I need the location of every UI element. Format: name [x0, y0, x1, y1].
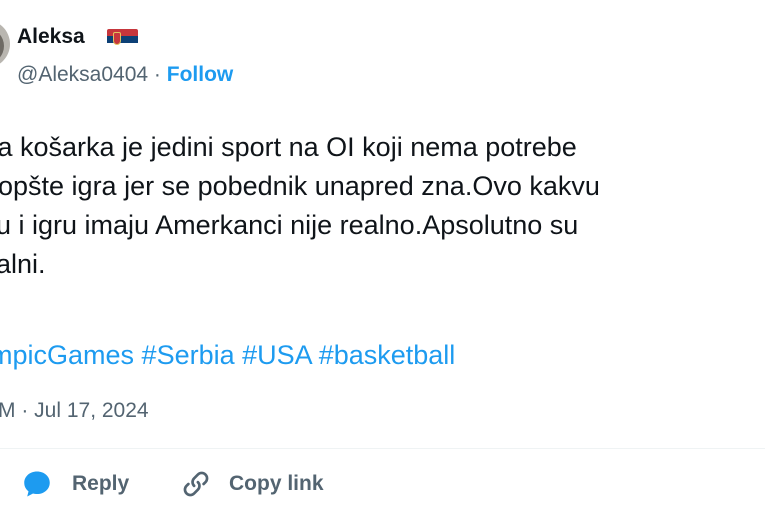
user-handle[interactable]: @Aleksa0404 [17, 63, 148, 86]
handle-line: @Aleksa0404 · Follow [17, 63, 233, 87]
author-name[interactable]: Aleksa [17, 25, 85, 49]
tweet-timestamp[interactable]: M · Jul 17, 2024 [0, 399, 149, 423]
avatar-photo [0, 28, 4, 64]
separator: · [148, 63, 167, 86]
flag-emblem [113, 32, 121, 45]
reply-label: Reply [72, 472, 130, 495]
hashtag-serbia[interactable]: #Serbia [142, 340, 235, 370]
hashtag-basketball[interactable]: #basketball [319, 340, 456, 370]
follow-button[interactable]: Follow [167, 63, 234, 86]
reply-button[interactable]: Reply [20, 467, 129, 501]
copy-link-button[interactable]: Copy link [180, 467, 324, 501]
flag-stripe-red [107, 29, 138, 36]
reply-bubble-icon [24, 471, 50, 497]
flag-stripe-white [107, 42, 138, 50]
flag-stripe-blue [107, 35, 138, 43]
serbia-flag-icon [107, 29, 138, 50]
tweet-text-line: u i igru imaju Amerkanci nije realno.Aps… [0, 210, 579, 240]
tweet-text-line: ka košarka je jedini sport na OI koji ne… [0, 132, 577, 162]
hashtag-olympic-games[interactable]: mpicGames [0, 340, 134, 370]
link-icon [183, 471, 209, 497]
tweet-text-line: alni. [0, 249, 46, 279]
divider [0, 448, 765, 449]
copy-link-label: Copy link [229, 472, 324, 495]
hashtag-list: mpicGames #Serbia #USA #basketball [0, 340, 455, 371]
tweet-text-line: opšte igra jer se pobednik unapred zna.O… [0, 171, 600, 201]
hashtag-usa[interactable]: #USA [242, 340, 311, 370]
avatar[interactable] [0, 20, 10, 68]
